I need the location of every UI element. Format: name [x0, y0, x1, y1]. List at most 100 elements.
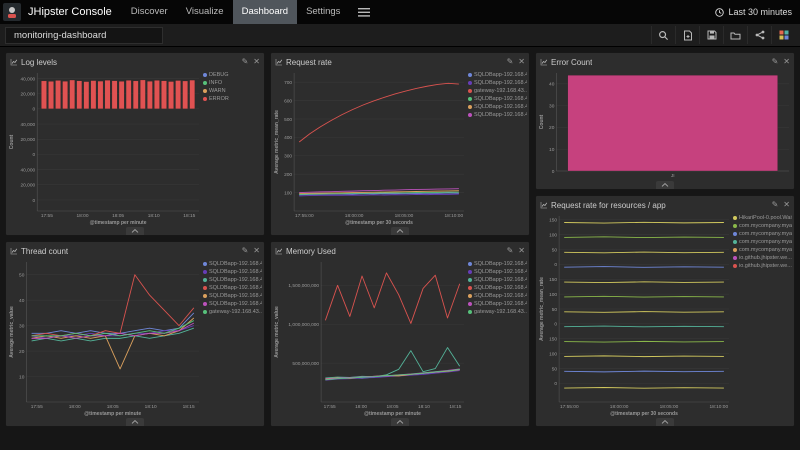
svg-text:150: 150: [549, 277, 557, 283]
edit-panel-icon[interactable]: ✎: [507, 247, 514, 255]
legend-item[interactable]: ERROR: [203, 96, 261, 102]
edit-panel-icon[interactable]: ✎: [242, 247, 249, 255]
legend-item[interactable]: WARN: [203, 88, 261, 94]
legend-item[interactable]: SQLDBapp-192.168.4...: [468, 269, 526, 275]
legend-item[interactable]: INFO: [203, 80, 261, 86]
legend-item[interactable]: SQLDBapp-192.168.4...: [468, 96, 526, 102]
edit-panel-icon[interactable]: ✎: [242, 58, 249, 66]
svg-text:600: 600: [284, 98, 292, 104]
legend-item[interactable]: gateway-192.168.43...: [203, 309, 261, 315]
legend-item[interactable]: SQLDBapp-192.168.4...: [203, 293, 261, 299]
save-dashboard-icon[interactable]: [699, 26, 723, 44]
jhipster-logo[interactable]: [0, 0, 24, 24]
collapse-panel-button[interactable]: [656, 181, 674, 189]
legend-item[interactable]: com.mycompany.myap...: [733, 247, 791, 253]
edit-panel-icon[interactable]: ✎: [772, 201, 779, 209]
legend-item[interactable]: SQLDBapp-192.168.4...: [203, 285, 261, 291]
legend-label: com.mycompany.myap...: [739, 247, 792, 253]
remove-panel-icon[interactable]: ✕: [253, 247, 260, 255]
panel-title: Error Count: [551, 58, 592, 67]
legend-label: SQLDBapp-192.168.4...: [474, 301, 527, 307]
legend-label: SQLDBapp-192.168.4...: [474, 293, 527, 299]
nav-item-visualize[interactable]: Visualize: [177, 0, 233, 24]
dashboard-name-field[interactable]: monitoring-dashboard: [5, 27, 163, 44]
svg-text:18:00:00: 18:00:00: [610, 404, 629, 410]
chart-icon: [275, 58, 283, 66]
legend-item[interactable]: SQLDBapp-192.168.4...: [203, 277, 261, 283]
panel-body: 40,00020,000040,00020,000040,00020,00001…: [6, 69, 264, 226]
main-nav: DiscoverVisualizeDashboardSettings: [122, 0, 350, 24]
add-visualization-icon[interactable]: [771, 26, 795, 44]
collapse-panel-button[interactable]: [391, 227, 409, 235]
edit-panel-icon[interactable]: ✎: [507, 58, 514, 66]
panel-footer: [6, 226, 264, 235]
nav-item-dashboard[interactable]: Dashboard: [233, 0, 297, 24]
remove-panel-icon[interactable]: ✕: [518, 58, 525, 66]
remove-panel-icon[interactable]: ✕: [518, 247, 525, 255]
legend-color-dot: [468, 262, 472, 266]
svg-text:100: 100: [549, 292, 557, 298]
legend-item[interactable]: com.mycompany.myap...: [733, 239, 791, 245]
legend-color-dot: [203, 294, 207, 298]
legend-item[interactable]: SQLDBapp-192.168.4...: [203, 261, 261, 267]
legend-label: SQLDBapp-192.168.4...: [209, 301, 262, 307]
legend-item[interactable]: SQLDBapp-192.168.4...: [468, 104, 526, 110]
remove-panel-icon[interactable]: ✕: [783, 58, 790, 66]
legend-color-dot: [468, 105, 472, 109]
legend-item[interactable]: SQLDBapp-192.168.4...: [468, 72, 526, 78]
legend-label: SQLDBapp-192.168.4...: [209, 293, 262, 299]
load-dashboard-icon[interactable]: [723, 26, 747, 44]
legend-label: SQLDBapp-192.168.4...: [474, 72, 527, 78]
panel-log-levels: Log levels✎✕40,00020,000040,00020,000040…: [5, 52, 265, 236]
legend-label: SQLDBapp-192.168.4...: [474, 261, 527, 267]
collapse-panel-button[interactable]: [391, 418, 409, 426]
chevron-up-icon: [396, 229, 404, 233]
dashboard-grid: Log levels✎✕40,00020,000040,00020,000040…: [0, 47, 800, 432]
legend-color-dot: [468, 89, 472, 93]
svg-text:10: 10: [19, 374, 25, 380]
nav-item-settings[interactable]: Settings: [297, 0, 349, 24]
app-title: JHipster Console: [24, 6, 122, 18]
search-icon[interactable]: [651, 26, 675, 44]
svg-text:100: 100: [284, 190, 292, 196]
legend-item[interactable]: HikariPool-0.pool.Wait: [733, 215, 791, 221]
svg-text:50: 50: [552, 366, 558, 372]
time-picker[interactable]: Last 30 minutes: [715, 7, 800, 17]
legend-item[interactable]: gateway-192.168.43...: [468, 309, 526, 315]
legend-item[interactable]: SQLDBapp-192.168.4...: [468, 301, 526, 307]
panel-body: 500,000,0001,000,000,0001,500,000,00017:…: [271, 258, 529, 417]
legend-label: SQLDBapp-192.168.4...: [474, 80, 527, 86]
panel-title: Request rate: [286, 58, 332, 67]
legend-item[interactable]: io.github.jhipster.we...: [733, 263, 791, 269]
legend-item[interactable]: SQLDBapp-192.168.4...: [468, 293, 526, 299]
svg-text:10: 10: [549, 147, 555, 153]
svg-text:150: 150: [549, 337, 557, 343]
legend-item[interactable]: SQLDBapp-192.168.4...: [468, 80, 526, 86]
legend-item[interactable]: SQLDBapp-192.168.4...: [203, 269, 261, 275]
menu-icon[interactable]: [349, 0, 379, 24]
chart-canvas: 102030405017:5518:0018:0518:1018:15@time…: [8, 258, 202, 417]
legend-item[interactable]: gateway-192.168.43...: [468, 88, 526, 94]
share-icon[interactable]: [747, 26, 771, 44]
collapse-panel-button[interactable]: [126, 418, 144, 426]
legend-item[interactable]: SQLDBapp-192.168.4...: [468, 112, 526, 118]
new-dashboard-icon[interactable]: [675, 26, 699, 44]
panel-footer: [6, 417, 264, 426]
nav-item-discover[interactable]: Discover: [122, 0, 177, 24]
grid-column-1: Log levels✎✕40,00020,000040,00020,000040…: [5, 52, 265, 427]
legend-item[interactable]: io.github.jhipster.we...: [733, 255, 791, 261]
remove-panel-icon[interactable]: ✕: [253, 58, 260, 66]
collapse-panel-button[interactable]: [656, 418, 674, 426]
legend-item[interactable]: com.mycompany.myap...: [733, 223, 791, 229]
legend-item[interactable]: SQLDBapp-192.168.4...: [468, 277, 526, 283]
legend-item[interactable]: SQLDBapp-192.168.4...: [468, 261, 526, 267]
legend-item[interactable]: DEBUG: [203, 72, 261, 78]
remove-panel-icon[interactable]: ✕: [783, 201, 790, 209]
collapse-panel-button[interactable]: [126, 227, 144, 235]
edit-panel-icon[interactable]: ✎: [772, 58, 779, 66]
legend-item[interactable]: SQLDBapp-192.168.4...: [203, 301, 261, 307]
legend-color-dot: [203, 286, 207, 290]
svg-text:18:05:00: 18:05:00: [395, 213, 414, 219]
legend-item[interactable]: SQLDBapp-192.168.4...: [468, 285, 526, 291]
legend-item[interactable]: com.mycompany.myap...: [733, 231, 791, 237]
